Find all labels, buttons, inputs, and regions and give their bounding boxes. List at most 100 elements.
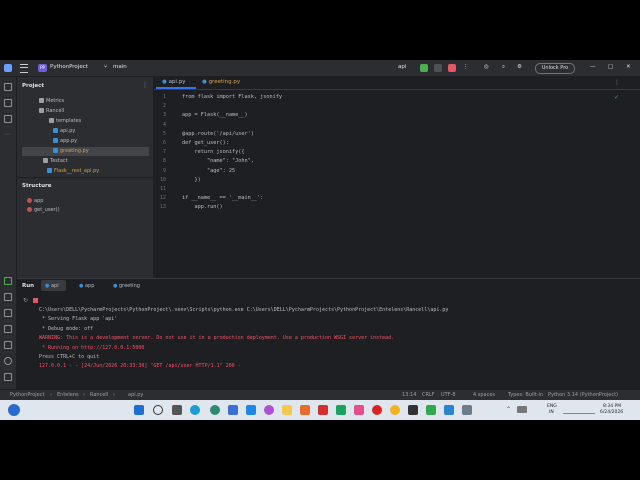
tab-api-py[interactable]: ● api.py (162, 79, 185, 85)
code-line[interactable]: }) (182, 177, 200, 183)
maximize-button[interactable]: □ (608, 64, 613, 70)
code-line[interactable]: from flask import Flask, jsonify (182, 94, 282, 100)
git-icon[interactable] (4, 373, 12, 381)
more-icon[interactable]: ⋮ (463, 64, 469, 70)
media-player-icon[interactable] (300, 405, 310, 415)
tree-item[interactable]: Metrics (39, 98, 64, 104)
project-tool-icon[interactable] (4, 83, 12, 91)
app-icon[interactable] (462, 405, 472, 415)
rerun-icon[interactable]: ↻ (23, 297, 28, 304)
python-packages-icon[interactable] (4, 293, 12, 301)
tree-item[interactable]: app.py (53, 138, 77, 144)
code-line[interactable]: return jsonify({ (182, 149, 244, 155)
clock-date[interactable]: 6/24/2026 (600, 410, 623, 415)
debug-icon[interactable] (434, 64, 442, 72)
code-editor[interactable]: ● api.py ● greeting.py ⋮ ✓ 1 from flask i… (154, 77, 640, 292)
search-icon[interactable] (153, 405, 163, 415)
breadcrumb-folder[interactable]: Rancell (90, 392, 108, 398)
ai-assistant-icon[interactable]: ◎ (484, 64, 489, 70)
code-line[interactable]: "age": 25 (182, 168, 235, 174)
commit-tool-icon[interactable] (4, 99, 12, 107)
app-menu-icon[interactable] (4, 64, 12, 72)
terminal-icon[interactable] (4, 341, 12, 349)
project-panel-title[interactable]: Project (22, 83, 44, 89)
code-line[interactable]: "name": "John", (182, 158, 254, 164)
run-tool-icon[interactable] (4, 277, 12, 285)
start-icon[interactable] (134, 405, 144, 415)
wifi-battery-icon[interactable] (517, 406, 527, 413)
more-tools-icon[interactable]: ⋯ (4, 131, 12, 139)
weather-widget[interactable] (8, 404, 20, 416)
structure-item[interactable]: app (27, 198, 43, 204)
line-separator[interactable]: CRLF (422, 392, 435, 398)
stop-run-icon[interactable] (33, 298, 38, 303)
news-icon[interactable] (318, 405, 328, 415)
search-icon[interactable]: ⌕ (502, 64, 505, 71)
unlock-pro-button[interactable]: Unlock Pro (535, 63, 575, 74)
breadcrumb-project[interactable]: PythonProject (10, 392, 44, 398)
minimize-button[interactable]: — (590, 64, 596, 70)
branch-switcher[interactable]: main (113, 64, 127, 70)
run-tab-greeting[interactable]: ● greeting (113, 283, 140, 289)
settings-icon[interactable]: ⚙ (517, 64, 522, 70)
interpreter-selector[interactable]: Python 3.14 (PythonProject) (548, 392, 618, 398)
file-explorer-icon[interactable] (282, 405, 292, 415)
line-number: 3 (162, 112, 166, 119)
project-badge[interactable]: PP (38, 64, 47, 72)
edge-beta-icon[interactable] (210, 405, 220, 415)
terminal-app-icon[interactable] (408, 405, 418, 415)
types-setting[interactable]: Types: Built-in (508, 392, 543, 398)
language-indicator[interactable]: ENG (547, 404, 557, 409)
photos-icon[interactable] (246, 405, 256, 415)
run-tab-app[interactable]: ● app (79, 283, 94, 289)
run-icon[interactable] (420, 64, 428, 72)
code-line[interactable]: if __name__ == '__main__': (182, 195, 263, 201)
file-encoding[interactable]: UTF-8 (441, 392, 456, 398)
tree-item[interactable]: Testact (43, 158, 68, 164)
chat-icon[interactable] (336, 405, 346, 415)
tab-greeting-py[interactable]: ● greeting.py (202, 79, 240, 85)
services-icon[interactable] (4, 325, 12, 333)
run-panel: Run ● api ● app ● greeting ↻ C:\Users\DE… (17, 278, 640, 391)
run-config-selector[interactable]: api (398, 64, 406, 70)
code-line[interactable]: @app.route('/api/user') (182, 131, 254, 137)
code-area[interactable]: 1 from flask import Flask, jsonify 2 3 app =… (154, 94, 604, 274)
problems-icon[interactable] (4, 357, 12, 365)
indent-settings[interactable]: 4 spaces (473, 392, 495, 398)
ide-window: PP PythonProject ⑂ main api ⋮ ◎ ⌕ ⚙ Unlo… (0, 60, 640, 420)
chrome-icon[interactable] (390, 405, 400, 415)
cursor-position[interactable]: 13:14 (402, 392, 416, 398)
breadcrumb-file[interactable]: api.py (128, 392, 143, 398)
tab-options-icon[interactable]: ⋮ (614, 79, 620, 86)
tree-item[interactable]: Flask__rest_api.py (47, 168, 99, 174)
python-console-icon[interactable] (4, 309, 12, 317)
tree-item[interactable]: api.py (53, 128, 75, 134)
task-view-icon[interactable] (172, 405, 182, 415)
tray-chevron-icon[interactable]: ⌃ (506, 406, 511, 413)
system-tray-icons[interactable] (563, 406, 595, 414)
copilot-icon[interactable] (264, 405, 274, 415)
hamburger-menu-icon[interactable] (20, 64, 28, 73)
code-line[interactable]: app.run() (182, 204, 222, 210)
tree-item[interactable]: Rancell (39, 108, 64, 114)
structure-tool-icon[interactable] (4, 115, 12, 123)
project-panel-options-icon[interactable]: ⋮ (142, 82, 148, 89)
tree-item[interactable]: greeting.py (53, 148, 89, 154)
opera-icon[interactable] (372, 405, 382, 415)
pycharm-icon[interactable] (354, 405, 364, 415)
stop-icon[interactable] (448, 64, 456, 72)
edge-icon[interactable] (190, 405, 200, 415)
structure-item[interactable]: get_user() (27, 207, 60, 213)
code-line[interactable]: def get_user(): (182, 140, 229, 146)
project-switcher[interactable]: PythonProject (50, 64, 88, 70)
store-icon[interactable] (228, 405, 238, 415)
maps-icon[interactable] (426, 405, 436, 415)
tree-item[interactable]: templates (49, 118, 81, 124)
code-line[interactable]: app = Flask(__name__) (182, 112, 248, 118)
close-button[interactable]: ✕ (626, 64, 631, 70)
vscode-icon[interactable] (444, 405, 454, 415)
console-output[interactable]: C:\Users\DELL\PycharmProjects\PythonProj… (17, 307, 637, 387)
clock-time[interactable]: 8:34 PM (603, 404, 621, 409)
inspection-ok-icon[interactable]: ✓ (614, 94, 619, 101)
breadcrumb-folder[interactable]: Entelens (57, 392, 79, 398)
